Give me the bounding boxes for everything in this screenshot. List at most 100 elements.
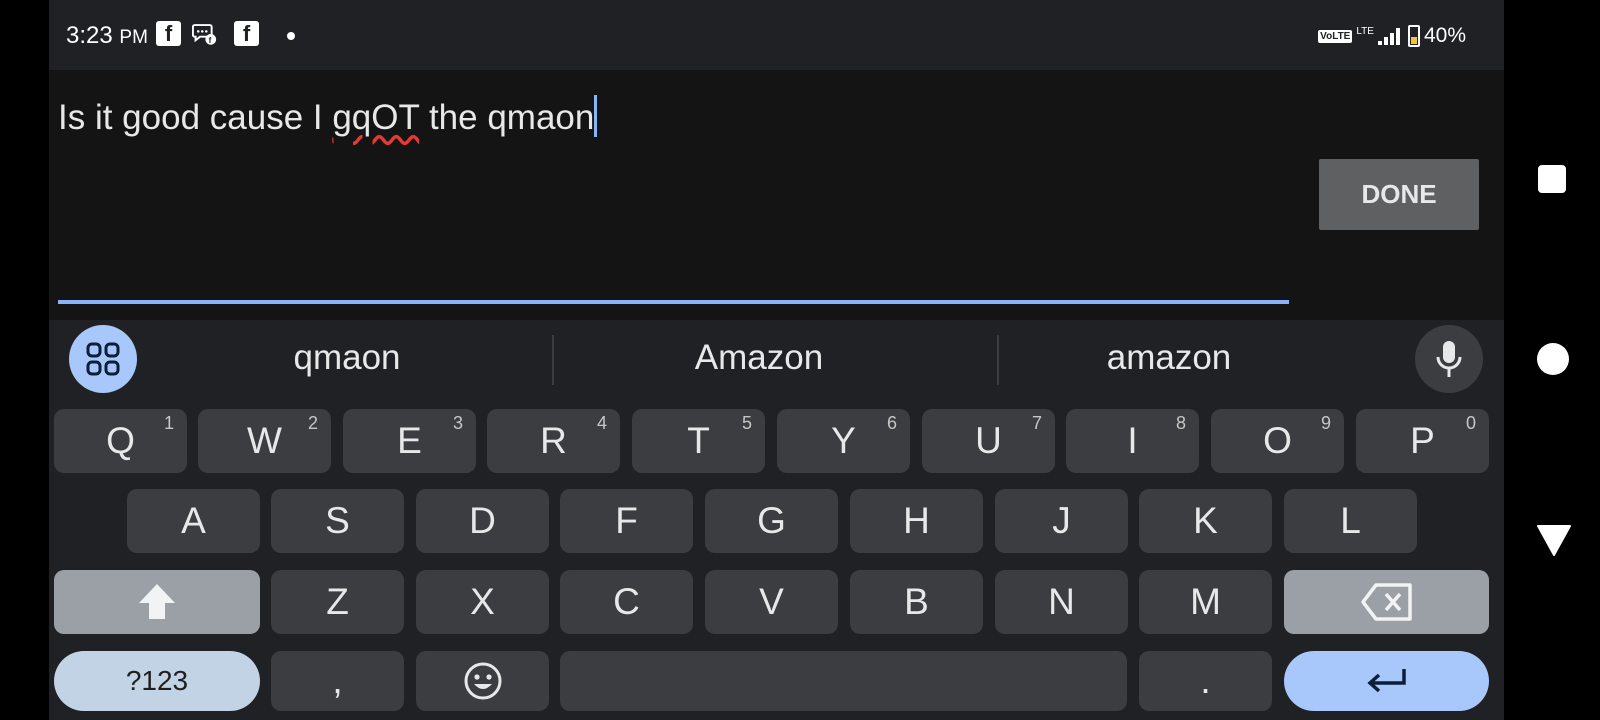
suggestion-2[interactable]: Amazon — [609, 338, 909, 378]
svg-text:f: f — [209, 35, 212, 44]
lte-label: LTE — [1356, 25, 1374, 37]
recents-button[interactable] — [1537, 164, 1567, 199]
key-number-hint: 3 — [452, 413, 463, 433]
shift-arrow-icon — [139, 584, 175, 619]
messenger-icon: f — [192, 21, 217, 46]
volte-badge: VoLTE — [1318, 29, 1353, 43]
status-bar: 3:23 PM f f f VoLTE LTE 40% — [49, 0, 1504, 70]
key-label: T — [687, 420, 710, 461]
facebook-icon: f — [234, 21, 259, 46]
key-r[interactable]: R4 — [487, 409, 620, 473]
key-y[interactable]: Y6 — [777, 409, 910, 473]
key-b[interactable]: B — [850, 570, 983, 634]
key-label: O — [1263, 420, 1292, 461]
text-cursor — [594, 95, 598, 137]
key-number-hint: 5 — [741, 413, 752, 433]
key-label: P — [1410, 420, 1435, 461]
status-right: VoLTE LTE 40% — [1318, 24, 1466, 48]
key-label: Y — [831, 420, 856, 461]
key-number-hint: 7 — [1031, 413, 1042, 433]
suggestion-divider — [997, 335, 999, 385]
back-button[interactable] — [1537, 524, 1571, 561]
suggestion-1[interactable]: qmaon — [197, 338, 497, 378]
facebook-icon: f — [156, 21, 181, 46]
suggestion-strip: qmaon Amazon amazon — [49, 320, 1504, 400]
key-n[interactable]: N — [995, 570, 1128, 634]
text-input[interactable]: Is it good cause I gqOT the qmaon — [58, 95, 598, 138]
battery-icon — [1407, 25, 1420, 47]
period-key[interactable]: . — [1139, 651, 1272, 711]
suggestion-divider — [552, 335, 554, 385]
key-t[interactable]: T5 — [632, 409, 765, 473]
key-number-hint: 1 — [163, 413, 174, 433]
microphone-icon — [1436, 341, 1462, 377]
enter-key[interactable] — [1284, 651, 1489, 711]
key-label: R — [540, 420, 567, 461]
key-x[interactable]: X — [416, 570, 549, 634]
key-number-hint: 9 — [1320, 413, 1331, 433]
emoji-icon — [464, 662, 501, 700]
key-label: E — [397, 420, 422, 461]
key-l[interactable]: L — [1284, 489, 1417, 553]
key-m[interactable]: M — [1139, 570, 1272, 634]
navigation-bar — [1504, 0, 1600, 720]
key-k[interactable]: K — [1139, 489, 1272, 553]
key-u[interactable]: U7 — [922, 409, 1055, 473]
enter-arrow-icon — [1366, 669, 1406, 693]
screen: 3:23 PM f f f VoLTE LTE 40% Is it good c… — [49, 0, 1504, 720]
key-c[interactable]: C — [560, 570, 693, 634]
key-j[interactable]: J — [995, 489, 1128, 553]
key-label: I — [1127, 420, 1138, 461]
apps-grid-button[interactable] — [69, 325, 137, 393]
battery-percent: 40% — [1423, 24, 1466, 47]
key-number-hint: 0 — [1465, 413, 1476, 433]
key-label: W — [247, 420, 282, 461]
key-g[interactable]: G — [705, 489, 838, 553]
key-label: Q — [106, 420, 135, 461]
input-underline — [58, 300, 1289, 304]
notification-dot-icon — [287, 32, 295, 40]
text-after: the qmaon — [419, 98, 595, 137]
key-s[interactable]: S — [271, 489, 404, 553]
key-v[interactable]: V — [705, 570, 838, 634]
key-number-hint: 4 — [596, 413, 607, 433]
text-editor[interactable]: Is it good cause I gqOT the qmaon DONE — [49, 70, 1504, 320]
voice-input-button[interactable] — [1415, 325, 1483, 393]
key-number-hint: 2 — [307, 413, 318, 433]
suggestion-3[interactable]: amazon — [1019, 338, 1319, 378]
shift-key[interactable] — [54, 570, 260, 634]
key-label: U — [975, 420, 1002, 461]
key-w[interactable]: W2 — [198, 409, 331, 473]
key-p[interactable]: P0 — [1356, 409, 1489, 473]
key-z[interactable]: Z — [271, 570, 404, 634]
text-before: Is it good cause I — [58, 98, 333, 137]
symbols-key[interactable]: ?123 — [54, 651, 260, 711]
circle-icon — [1537, 343, 1569, 375]
misspelled-word[interactable]: gqOT — [332, 98, 419, 137]
key-o[interactable]: O9 — [1211, 409, 1344, 473]
status-time: 3:23 PM — [66, 22, 148, 50]
space-key[interactable] — [560, 651, 1127, 711]
key-e[interactable]: E3 — [343, 409, 476, 473]
signal-icon — [1377, 28, 1400, 45]
backspace-key[interactable] — [1284, 570, 1489, 634]
keyboard: qmaon Amazon amazon Q1 W2 E3 R4 T5 Y6 U7… — [49, 320, 1504, 720]
key-f[interactable]: F — [560, 489, 693, 553]
time-ampm: PM — [119, 27, 148, 48]
key-a[interactable]: A — [127, 489, 260, 553]
square-icon — [1538, 165, 1566, 193]
grid-icon — [86, 342, 120, 376]
time-value: 3:23 — [66, 22, 113, 49]
backspace-icon — [1360, 583, 1412, 621]
key-d[interactable]: D — [416, 489, 549, 553]
triangle-icon — [1537, 525, 1571, 556]
key-number-hint: 8 — [1175, 413, 1186, 433]
emoji-key[interactable] — [416, 651, 549, 711]
key-i[interactable]: I8 — [1066, 409, 1199, 473]
key-h[interactable]: H — [850, 489, 983, 553]
done-button[interactable]: DONE — [1319, 159, 1479, 230]
key-q[interactable]: Q1 — [54, 409, 187, 473]
comma-key[interactable]: , — [271, 651, 404, 711]
home-button[interactable] — [1537, 343, 1569, 380]
key-number-hint: 6 — [886, 413, 897, 433]
